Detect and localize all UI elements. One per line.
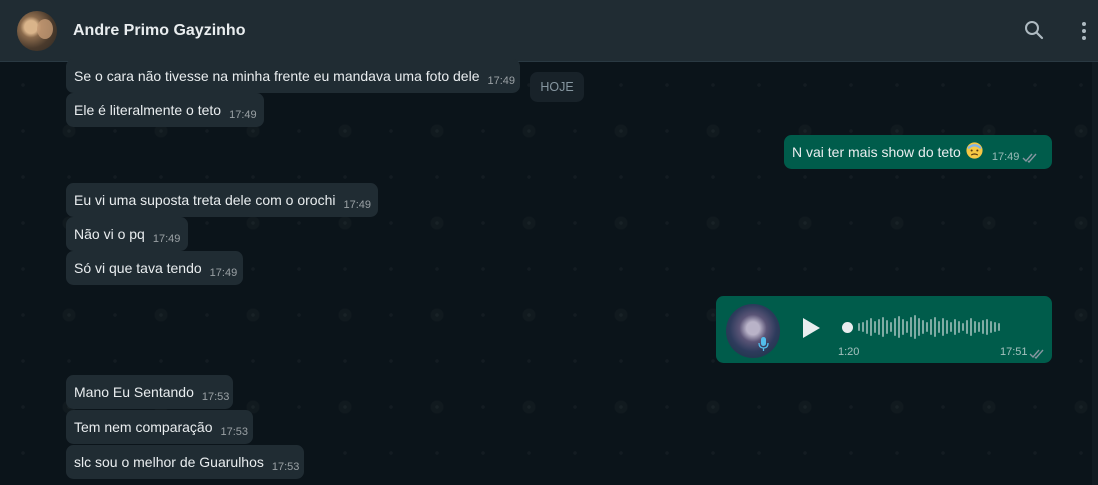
waveform-bar: [970, 318, 972, 336]
waveform-bar: [882, 317, 884, 337]
message-incoming[interactable]: Se o cara não tivesse na minha frente eu…: [66, 59, 520, 93]
search-icon[interactable]: [1024, 20, 1044, 45]
message-incoming[interactable]: slc sou o melhor de Guarulhos 17:53: [66, 445, 304, 479]
message-text: Só vi que tava tendo: [74, 260, 202, 276]
date-divider: HOJE: [530, 72, 584, 102]
audio-waveform[interactable]: [842, 314, 1032, 340]
waveform-bar: [926, 322, 928, 332]
message-time: 17:49: [152, 233, 181, 245]
waveform-bar: [878, 319, 880, 335]
waveform-bar: [994, 322, 996, 332]
message-incoming[interactable]: Tem nem comparação 17:53: [66, 410, 253, 444]
contact-name[interactable]: Andre Primo Gayzinho: [73, 22, 245, 40]
message-incoming[interactable]: Não vi o pq 17:49: [66, 217, 188, 251]
message-text: Ele é literalmente o teto: [74, 102, 222, 118]
message-text: Não vi o pq: [74, 226, 145, 242]
message-incoming[interactable]: Eu vi uma suposta treta dele com o oroch…: [66, 183, 378, 217]
double-check-icon: [1022, 152, 1038, 163]
sender-avatar: [726, 304, 780, 358]
waveform-bar: [938, 321, 940, 333]
contact-avatar[interactable]: [17, 11, 57, 51]
waveform-bar: [866, 320, 868, 334]
message-text: Mano Eu Sentando: [74, 384, 194, 400]
waveform-bar: [982, 320, 984, 334]
message-text: Se o cara não tivesse na minha frente eu…: [74, 68, 480, 84]
waveform-bar: [966, 320, 968, 334]
waveform-bar: [942, 318, 944, 336]
waveform-bar: [890, 322, 892, 332]
waveform-bar: [918, 318, 920, 336]
message-time: 17:53: [201, 391, 230, 403]
double-check-icon: [1029, 346, 1045, 364]
voice-message[interactable]: 1:20 17:51: [716, 296, 1052, 363]
waveform-bar: [930, 319, 932, 335]
message-time: 17:49: [209, 267, 238, 279]
waveform-bar: [886, 320, 888, 334]
message-time: 17:51: [1000, 346, 1028, 358]
waveform-bar: [914, 315, 916, 339]
waveform-bar: [934, 317, 936, 337]
waveform-bar: [974, 321, 976, 333]
message-text: Eu vi uma suposta treta dele com o oroch…: [74, 192, 336, 208]
waveform-bar: [950, 322, 952, 332]
menu-icon[interactable]: [1080, 20, 1088, 45]
message-time: 17:49: [229, 109, 257, 121]
waveform-bar: [902, 319, 904, 335]
message-time: 17:49: [343, 199, 371, 211]
scrollbar[interactable]: [1092, 62, 1098, 485]
waveform-bar: [946, 320, 948, 334]
waveform-bar: [898, 316, 900, 338]
waveform-bar: [954, 319, 956, 335]
waveform-bar: [978, 322, 980, 332]
play-icon[interactable]: [801, 317, 821, 344]
message-incoming[interactable]: Ele é literalmente o teto 17:49: [66, 93, 264, 127]
waveform-bar: [894, 318, 896, 336]
face-emoji-icon: [965, 141, 984, 163]
playback-handle[interactable]: [842, 321, 853, 333]
waveform-bar: [862, 322, 864, 332]
microphone-icon: [758, 336, 769, 357]
voice-duration: 1:20: [838, 346, 860, 358]
message-text: N vai ter mais show do teto: [792, 144, 961, 160]
waveform-bar: [874, 321, 876, 333]
waveform-bar: [986, 319, 988, 335]
message-time: 17:49: [487, 75, 516, 87]
message-incoming[interactable]: Mano Eu Sentando 17:53: [66, 375, 233, 409]
message-time: 17:53: [271, 461, 300, 473]
waveform-bar: [906, 321, 908, 333]
waveform-bar: [998, 323, 1000, 331]
message-time: 17:49: [991, 151, 1020, 163]
chat-header: Andre Primo Gayzinho: [0, 0, 1098, 62]
waveform-bar: [870, 318, 872, 336]
waveform-bar: [922, 320, 924, 334]
message-text: slc sou o melhor de Guarulhos: [74, 454, 264, 470]
waveform-bar: [910, 317, 912, 337]
waveform-bar: [858, 323, 860, 331]
message-text: Tem nem comparação: [74, 419, 213, 435]
waveform-bar: [962, 323, 964, 331]
message-outgoing[interactable]: N vai ter mais show do teto 17:49: [784, 135, 1052, 169]
waveform-bar: [958, 321, 960, 333]
waveform-bar: [990, 321, 992, 333]
message-incoming[interactable]: Só vi que tava tendo 17:49: [66, 251, 243, 285]
message-time: 17:53: [220, 426, 249, 438]
